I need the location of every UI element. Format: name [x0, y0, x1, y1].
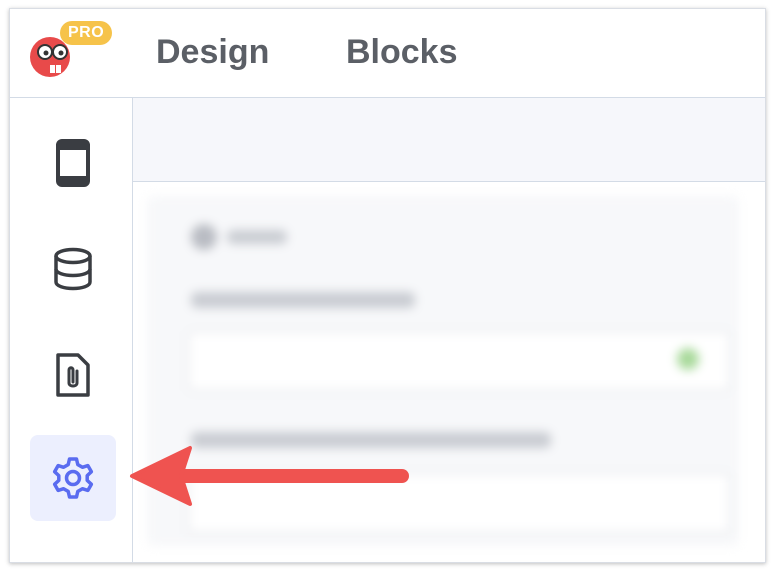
tab-design[interactable]: Design	[156, 33, 269, 72]
mobile-phone-icon	[56, 139, 90, 187]
sidebar-item-layout[interactable]	[30, 120, 116, 206]
blurred-settings-panel	[147, 196, 739, 546]
sidebar-item-files[interactable]	[30, 332, 116, 418]
sidebar	[10, 98, 133, 562]
app-window: PRO Design Blocks	[9, 8, 766, 563]
database-icon	[54, 247, 92, 291]
gear-icon	[52, 457, 94, 499]
sidebar-item-data[interactable]	[30, 226, 116, 312]
tab-blocks[interactable]: Blocks	[346, 33, 458, 72]
content-header	[133, 98, 765, 182]
main-content	[133, 98, 765, 562]
file-attachment-icon	[56, 353, 90, 397]
pro-badge: PRO	[60, 21, 113, 45]
top-bar: PRO Design Blocks	[10, 9, 765, 98]
sidebar-item-settings[interactable]	[30, 435, 116, 521]
